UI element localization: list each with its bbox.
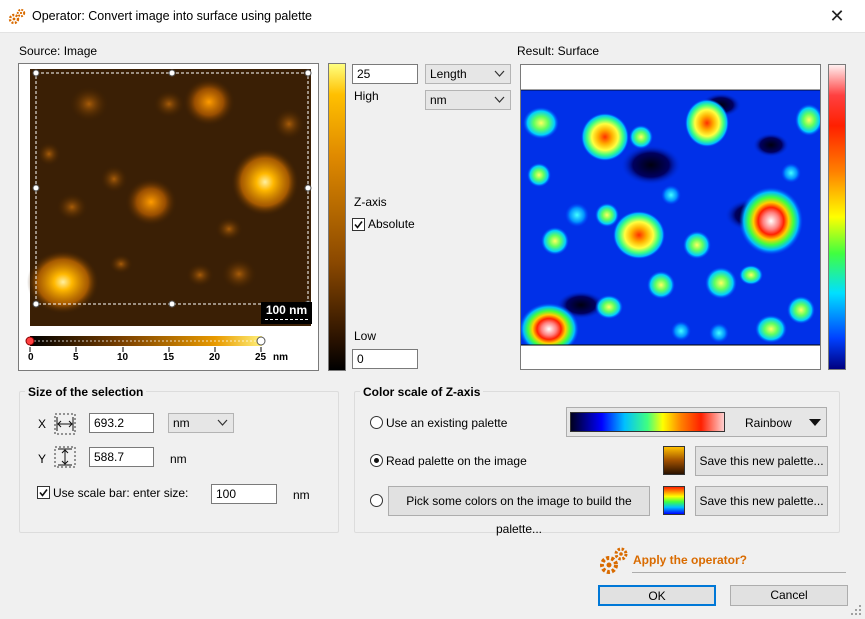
- ruler-tick-label: 20: [209, 352, 221, 363]
- chevron-down-icon: [217, 419, 228, 426]
- apply-gears-icon: [600, 547, 628, 574]
- title-bar: Operator: Convert image into surface usi…: [0, 0, 865, 33]
- palette-select[interactable]: Rainbow: [566, 407, 827, 437]
- pick-colors-button[interactable]: Pick some colors on the image to build t…: [388, 486, 650, 536]
- absolute-checkbox[interactable]: [352, 218, 365, 231]
- high-value-input[interactable]: 25: [352, 64, 418, 84]
- y-label: Y: [38, 452, 47, 466]
- x-unit-value: nm: [173, 416, 190, 430]
- radio-read-palette[interactable]: [370, 454, 383, 467]
- scale-bar-text: 100 nm: [265, 303, 308, 317]
- selection-size-title: Size of the selection: [25, 385, 147, 399]
- width-arrows-icon: [54, 413, 76, 435]
- chevron-down-icon: [494, 96, 505, 103]
- unit-select[interactable]: nm: [425, 90, 511, 110]
- chevron-down-icon: [494, 70, 505, 77]
- source-image[interactable]: [19, 64, 318, 370]
- source-label: Source: Image: [19, 44, 98, 58]
- high-label: High: [354, 89, 379, 103]
- result-surface-panel: [520, 64, 821, 370]
- dropdown-triangle-icon: [809, 419, 821, 426]
- source-palette-bar: [328, 63, 346, 371]
- low-label: Low: [354, 329, 377, 343]
- result-surface[interactable]: [521, 65, 820, 369]
- x-value-input[interactable]: 693.2: [89, 413, 154, 433]
- dimension-select[interactable]: Length: [425, 64, 511, 84]
- radio-existing-palette[interactable]: [370, 416, 383, 429]
- dimension-select-value: Length: [430, 67, 467, 81]
- window-title: Operator: Convert image into surface usi…: [32, 9, 313, 23]
- radio-pick-colors[interactable]: [370, 494, 383, 507]
- ruler-tick-label: 10: [117, 352, 129, 363]
- scale-bar: 100 nm: [261, 302, 312, 324]
- ruler-tick-label: 0: [28, 352, 34, 363]
- ruler-tick-label: 25: [255, 352, 267, 363]
- apply-label: Apply the operator?: [633, 553, 748, 567]
- zaxis-label: Z-axis: [354, 195, 387, 209]
- x-unit-select[interactable]: nm: [168, 413, 234, 433]
- color-scale-title: Color scale of Z-axis: [360, 385, 484, 399]
- save-palette-button-1[interactable]: Save this new palette...: [695, 446, 828, 476]
- checkmark-icon: [39, 489, 48, 497]
- read-palette-label: Read palette on the image: [386, 454, 527, 468]
- y-unit: nm: [170, 452, 187, 466]
- rainbow-preview: [570, 412, 725, 432]
- scalebar-label: Use scale bar: enter size:: [53, 486, 189, 500]
- scalebar-value-input[interactable]: 100: [211, 484, 277, 504]
- unit-select-value: nm: [430, 93, 447, 107]
- cancel-button[interactable]: Cancel: [730, 585, 848, 606]
- ruler-tick-label: 5: [73, 352, 79, 363]
- ruler-tick-label: 15: [163, 352, 175, 363]
- scalebar-checkbox[interactable]: [37, 486, 50, 499]
- pick-palette-preview: [663, 486, 685, 515]
- ok-button[interactable]: OK: [598, 585, 716, 606]
- result-label: Result: Surface: [517, 44, 600, 58]
- close-icon[interactable]: ✕: [822, 3, 852, 29]
- y-value-input[interactable]: 588.7: [89, 447, 154, 467]
- low-value-input[interactable]: 0: [352, 349, 418, 369]
- checkmark-icon: [354, 221, 363, 229]
- absolute-label: Absolute: [368, 217, 415, 231]
- existing-palette-label: Use an existing palette: [386, 416, 508, 430]
- height-arrows-icon: [54, 446, 76, 468]
- save-palette-button-2[interactable]: Save this new palette...: [695, 486, 828, 516]
- x-label: X: [38, 417, 47, 431]
- read-palette-preview: [663, 446, 685, 475]
- gears-icon: [8, 8, 26, 25]
- scalebar-unit: nm: [293, 488, 310, 502]
- apply-underline: [632, 572, 846, 573]
- ruler-unit: nm: [273, 352, 288, 363]
- source-image-panel: 100 nm 0 5 10 15 20 25 nm: [18, 63, 319, 371]
- resize-grip-icon[interactable]: [850, 604, 862, 616]
- palette-name: Rainbow: [745, 416, 792, 430]
- result-palette-bar: [828, 64, 846, 370]
